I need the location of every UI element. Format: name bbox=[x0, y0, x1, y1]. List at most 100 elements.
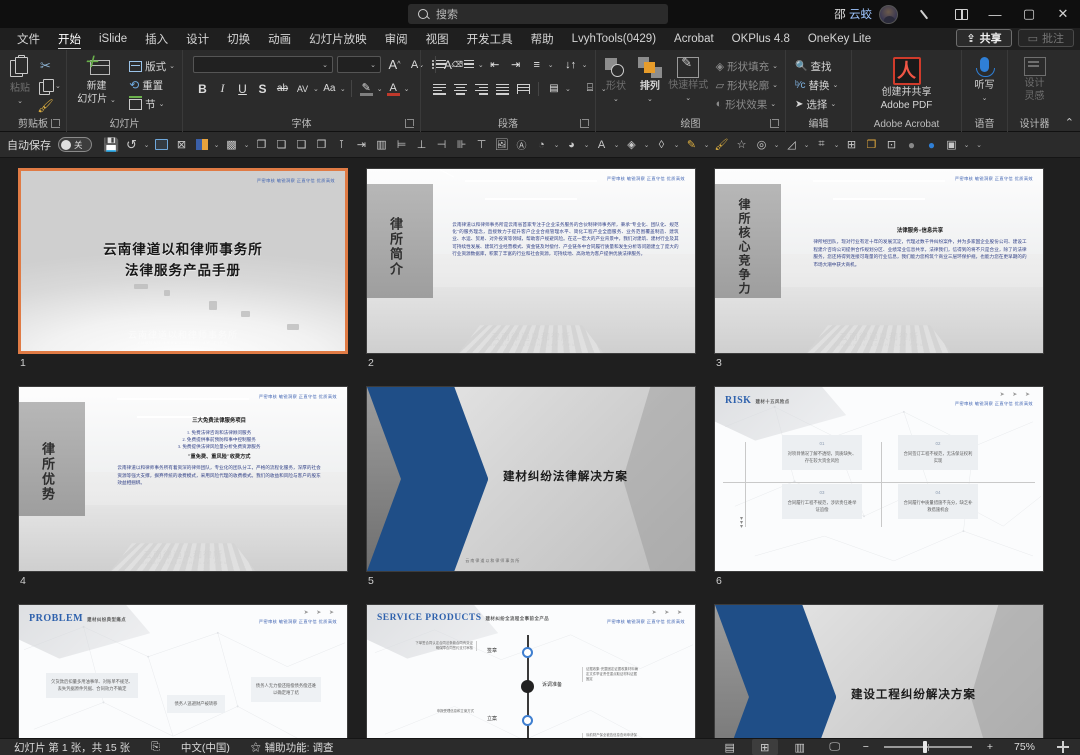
section-button[interactable]: 节 ⌄ bbox=[126, 95, 178, 113]
close-icon[interactable]: ✕ bbox=[1046, 0, 1080, 28]
chart-icon[interactable]: ▥ bbox=[372, 135, 391, 155]
font-name-input[interactable]: ⌄ bbox=[193, 56, 333, 73]
slide-canvas-1[interactable]: 严密审核 敏锐洞察 正直守信 优质高效 云南律道以和律师事务所 法律服务产品手册… bbox=[18, 168, 348, 354]
save-icon[interactable]: 💾 bbox=[102, 135, 121, 155]
format-painter2-caret-icon[interactable]: ⌄ bbox=[702, 135, 711, 155]
bullets-icon[interactable] bbox=[429, 55, 449, 74]
ribbon-display-icon[interactable] bbox=[944, 0, 978, 28]
select-caret-icon[interactable]: ⌄ bbox=[830, 100, 836, 108]
copy-caret-icon[interactable]: ⌄ bbox=[55, 82, 61, 90]
vertical-scrollbar[interactable] bbox=[1074, 158, 1080, 738]
shape-outline-caret-icon[interactable]: ⌄ bbox=[772, 81, 778, 89]
collapse-ribbon-button[interactable]: ⌃ bbox=[1065, 116, 1074, 129]
tab-onekey-lite[interactable]: OneKey Lite bbox=[799, 28, 880, 50]
tab-lvyhtools[interactable]: LvyhTools(0429) bbox=[563, 28, 665, 50]
format-painter2-icon[interactable]: ✎ bbox=[682, 135, 701, 155]
quick-styles-caret-icon[interactable]: ⌄ bbox=[685, 93, 691, 104]
font-color-icon[interactable]: A bbox=[592, 135, 611, 155]
underline-button[interactable]: U bbox=[233, 79, 252, 98]
copy-icon[interactable] bbox=[36, 76, 55, 96]
numbering-icon[interactable]: 1 bbox=[457, 55, 477, 74]
shapes-button[interactable]: 形状 ⌄ bbox=[600, 55, 632, 105]
bold-button[interactable]: B bbox=[193, 79, 212, 98]
justify-icon[interactable] bbox=[492, 79, 512, 98]
distribute-text-icon[interactable] bbox=[513, 79, 533, 98]
shape-outline-caret-icon[interactable]: ⌄ bbox=[582, 135, 591, 155]
fill-color-caret-icon[interactable]: ⌄ bbox=[642, 135, 651, 155]
redo-icon[interactable] bbox=[152, 135, 171, 155]
paintbrush-icon[interactable]: 🖌 bbox=[712, 135, 731, 155]
line-spacing-icon[interactable]: ≡ bbox=[527, 55, 547, 74]
maximize-icon[interactable]: ▢ bbox=[1012, 0, 1046, 28]
distribute-vertical-icon[interactable]: ⊪ bbox=[452, 135, 471, 155]
tab-transitions[interactable]: 切换 bbox=[218, 28, 259, 50]
align-grid-icon[interactable]: ⊡ bbox=[882, 135, 901, 155]
columns-caret-icon[interactable]: ⌄ bbox=[565, 85, 571, 93]
tab-help[interactable]: 帮助 bbox=[522, 28, 563, 50]
dictate-button[interactable]: 听写 ⌄ bbox=[966, 55, 1003, 104]
font-dialog-launcher[interactable] bbox=[405, 119, 414, 128]
slide-sorter-icon[interactable]: ⊞ bbox=[751, 739, 778, 755]
eyedropper-caret-icon[interactable]: ⌄ bbox=[672, 135, 681, 155]
picture-icon[interactable]: 🖼 bbox=[492, 135, 511, 155]
merge-shapes-icon[interactable]: ⊞ bbox=[842, 135, 861, 155]
tab-home[interactable]: 开始 bbox=[49, 28, 90, 50]
paste-caret-icon[interactable]: ⌄ bbox=[17, 96, 23, 107]
tab-design[interactable]: 设计 bbox=[177, 28, 218, 50]
paragraph-dialog-launcher[interactable] bbox=[580, 119, 589, 128]
create-share-pdf-button[interactable]: 人 创建并共享 Adobe PDF bbox=[857, 55, 957, 111]
strikethrough-button[interactable]: ab bbox=[273, 79, 292, 98]
shape-fill-icon[interactable]: ◔ bbox=[532, 135, 551, 155]
change-case-button[interactable]: Aa bbox=[320, 79, 339, 98]
slide-canvas-5[interactable]: 建材纠纷法律解决方案 云南律道以和律师事务所 bbox=[366, 386, 696, 572]
dictate-caret-icon[interactable]: ⌄ bbox=[982, 93, 988, 104]
align-middle-icon[interactable]: ⊣ bbox=[432, 135, 451, 155]
undo-icon[interactable]: ↺ bbox=[122, 135, 141, 155]
text-shadow-button[interactable]: S bbox=[253, 79, 272, 98]
tab-review[interactable]: 审阅 bbox=[376, 28, 417, 50]
clipboard-dialog-launcher[interactable] bbox=[51, 119, 60, 128]
normal-view-icon[interactable]: ▤ bbox=[717, 739, 743, 755]
slide-thumbnail-9[interactable]: 建设工程纠纷解决方案 云南律道以和律师事务所 9 bbox=[714, 604, 1044, 738]
font-size-caret-icon[interactable]: ⌄ bbox=[370, 61, 376, 69]
quick-styles-button[interactable]: 快速样式 ⌄ bbox=[668, 55, 709, 104]
zoom-in-button[interactable]: + bbox=[981, 740, 999, 755]
align-center-icon[interactable] bbox=[450, 79, 470, 98]
fill-color-icon[interactable]: ◈ bbox=[622, 135, 641, 155]
slide-thumbnail-8[interactable]: SERVICE PRODUCTS 建材纠纷全流程全事前全产品 ➤ ➤ ➤ 严密审核… bbox=[366, 604, 696, 738]
undo-caret-icon[interactable]: ⌄ bbox=[142, 135, 151, 155]
new-slide-caret-icon[interactable]: ⌄ bbox=[110, 97, 116, 104]
layout-caret-icon[interactable]: ⌄ bbox=[169, 62, 175, 70]
distribute-horizontal-icon[interactable]: ⇥ bbox=[352, 135, 371, 155]
align-left-icon[interactable] bbox=[429, 79, 449, 98]
shape-outline-icon[interactable]: ◕ bbox=[562, 135, 581, 155]
slide-canvas-8[interactable]: SERVICE PRODUCTS 建材纠纷全流程全事前全产品 ➤ ➤ ➤ 严密审核… bbox=[366, 604, 696, 738]
arrange-caret-icon[interactable]: ⌄ bbox=[647, 94, 653, 105]
angle-icon[interactable]: ◿ bbox=[782, 135, 801, 155]
slideshow-icon[interactable]: 🖵 bbox=[822, 739, 848, 755]
tab-slideshow[interactable]: 幻灯片放映 bbox=[300, 28, 376, 50]
slide-sorter-pane[interactable]: 严密审核 敏锐洞察 正直守信 优质高效 云南律道以和律师事务所 法律服务产品手册… bbox=[0, 158, 1080, 738]
group-icon[interactable]: ❐ bbox=[252, 135, 271, 155]
circle-caret-icon[interactable]: ⌄ bbox=[772, 135, 781, 155]
share-button[interactable]: ⇪ 共享 bbox=[956, 29, 1012, 47]
angle-caret-icon[interactable]: ⌄ bbox=[802, 135, 811, 155]
align-center-icon[interactable]: ⊥ bbox=[412, 135, 431, 155]
text-highlight-caret-icon[interactable]: ⌄ bbox=[377, 85, 383, 93]
blue-circle-icon[interactable]: ● bbox=[922, 135, 941, 155]
bring-front-icon[interactable]: ❑ bbox=[292, 135, 311, 155]
format-painter-icon[interactable]: 🖌 bbox=[36, 96, 55, 116]
duplicate-icon[interactable]: ❐ bbox=[862, 135, 881, 155]
character-spacing-button[interactable]: AV bbox=[293, 79, 312, 98]
crop-icon[interactable]: ⌗ bbox=[812, 135, 831, 155]
drawing-dialog-launcher[interactable] bbox=[770, 119, 779, 128]
character-spacing-caret-icon[interactable]: ⌄ bbox=[313, 85, 319, 93]
table-caret-icon[interactable]: ⌄ bbox=[242, 135, 251, 155]
autosave-toggle[interactable]: 关 bbox=[58, 137, 92, 152]
textbox-icon[interactable]: Ⓐ bbox=[512, 135, 531, 155]
user-name[interactable]: 邵 云蛟 bbox=[834, 6, 872, 22]
slide-canvas-2[interactable]: 严密审核 敏锐洞察 正直守信 优质高效 律所简介 云南律道以和律师事务所是云南省… bbox=[366, 168, 696, 354]
selection-caret-icon[interactable]: ⌄ bbox=[962, 135, 971, 155]
align-text-icon[interactable]: ⊺ bbox=[332, 135, 351, 155]
slide-thumbnail-3[interactable]: 严密审核 敏锐洞察 正直守信 优质高效 律所核心竞争力 法律服务+信息共享 律所经… bbox=[714, 168, 1044, 369]
